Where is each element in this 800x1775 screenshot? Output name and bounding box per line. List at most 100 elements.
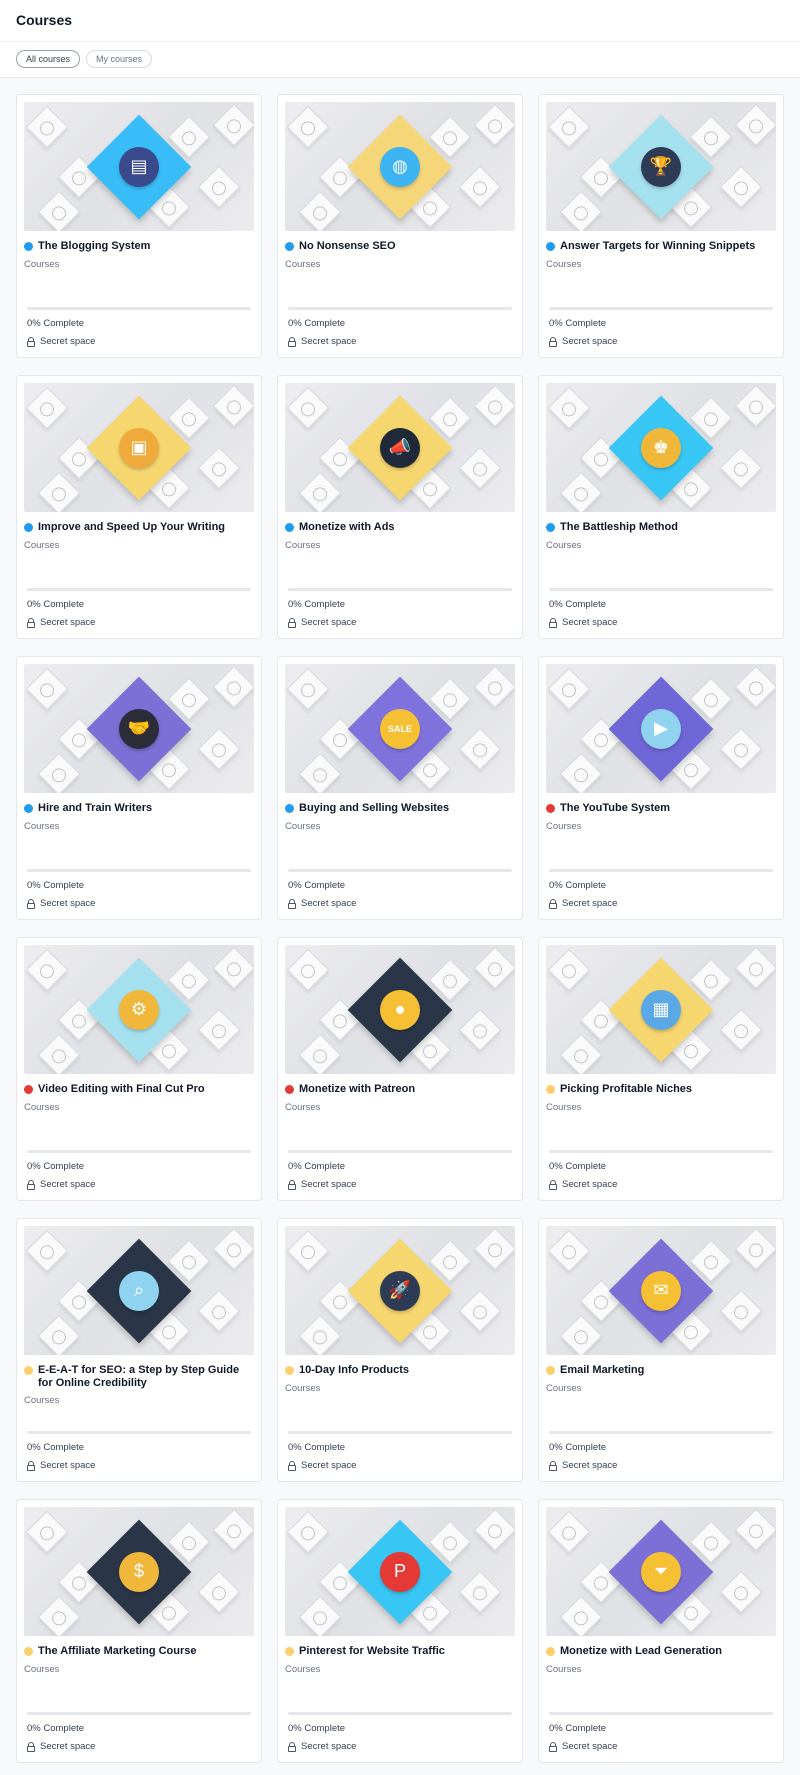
course-card-8[interactable]: SALE Buying and Selling Websites Courses… xyxy=(277,656,523,920)
lock-icon xyxy=(549,1460,557,1471)
course-card-11[interactable]: ● Monetize with Patreon Courses 0% Compl… xyxy=(277,937,523,1201)
privacy-label: Secret space xyxy=(40,617,96,628)
course-title[interactable]: Pinterest for Website Traffic xyxy=(299,1645,445,1658)
course-title[interactable]: Buying and Selling Websites xyxy=(299,802,449,815)
course-card-15[interactable]: ✉ Email Marketing Courses 0% Complete Se… xyxy=(538,1218,784,1482)
course-title[interactable]: Picking Profitable Niches xyxy=(560,1083,692,1096)
course-title[interactable]: No Nonsense SEO xyxy=(299,240,396,253)
course-title[interactable]: The Affiliate Marketing Course xyxy=(38,1645,197,1658)
course-title[interactable]: E-E-A-T for SEO: a Step by Step Guide fo… xyxy=(38,1364,254,1390)
lock-icon xyxy=(549,1179,557,1190)
privacy-label: Secret space xyxy=(301,336,357,347)
privacy-label: Secret space xyxy=(562,1179,618,1190)
course-title[interactable]: The YouTube System xyxy=(560,802,670,815)
privacy-row: Secret space xyxy=(288,1460,512,1471)
course-subtitle: Courses xyxy=(546,1102,582,1113)
course-thumbnail: ▤ xyxy=(24,102,254,231)
progress-bar xyxy=(549,1431,773,1434)
course-subtitle: Courses xyxy=(24,1664,60,1675)
progress-label: 0% Complete xyxy=(27,318,85,329)
course-card-10[interactable]: ⚙ Video Editing with Final Cut Pro Cours… xyxy=(16,937,262,1201)
privacy-row: Secret space xyxy=(549,617,773,628)
course-subtitle: Courses xyxy=(24,1102,60,1113)
trophy-icon: 🏆 xyxy=(641,146,681,187)
status-dot xyxy=(546,1085,555,1094)
progress-bar xyxy=(27,1150,251,1153)
privacy-row: Secret space xyxy=(288,1741,512,1752)
progress-bar xyxy=(549,588,773,591)
course-card-14[interactable]: 🚀 10-Day Info Products Courses 0% Comple… xyxy=(277,1218,523,1482)
tab-my-courses[interactable]: My courses xyxy=(86,50,153,68)
status-dot xyxy=(546,1647,555,1656)
course-thumbnail: ◍ xyxy=(285,102,515,231)
course-card-3[interactable]: 🏆 Answer Targets for Winning Snippets Co… xyxy=(538,94,784,358)
rocket-icon: 🚀 xyxy=(380,1270,420,1311)
course-card-1[interactable]: ▤ The Blogging System Courses 0% Complet… xyxy=(16,94,262,358)
lock-icon xyxy=(27,617,35,628)
status-dot xyxy=(285,1647,294,1656)
course-card-5[interactable]: 📣 Monetize with Ads Courses 0% Complete … xyxy=(277,375,523,639)
course-card-4[interactable]: ▣ Improve and Speed Up Your Writing Cour… xyxy=(16,375,262,639)
course-title[interactable]: The Blogging System xyxy=(38,240,150,253)
course-title[interactable]: Hire and Train Writers xyxy=(38,802,152,815)
course-card-12[interactable]: ▦ Picking Profitable Niches Courses 0% C… xyxy=(538,937,784,1201)
course-thumbnail: ▦ xyxy=(546,945,776,1074)
status-dot xyxy=(24,242,33,251)
privacy-row: Secret space xyxy=(549,898,773,909)
course-thumbnail: $ xyxy=(24,1507,254,1636)
course-title[interactable]: 10-Day Info Products xyxy=(299,1364,409,1377)
progress-bar xyxy=(27,588,251,591)
course-title[interactable]: Monetize with Ads xyxy=(299,521,395,534)
course-card-7[interactable]: 🤝 Hire and Train Writers Courses 0% Comp… xyxy=(16,656,262,920)
lock-icon xyxy=(288,1741,296,1752)
progress-bar xyxy=(549,1712,773,1715)
tab-all-courses[interactable]: All courses xyxy=(16,50,81,68)
course-subtitle: Courses xyxy=(24,1395,60,1406)
status-dot xyxy=(24,523,33,532)
course-title[interactable]: Video Editing with Final Cut Pro xyxy=(38,1083,205,1096)
privacy-row: Secret space xyxy=(549,336,773,347)
course-thumbnail: P xyxy=(285,1507,515,1636)
privacy-row: Secret space xyxy=(288,898,512,909)
privacy-label: Secret space xyxy=(40,1460,96,1471)
lock-icon xyxy=(27,1179,35,1190)
course-card-2[interactable]: ◍ No Nonsense SEO Courses 0% Complete Se… xyxy=(277,94,523,358)
status-dot xyxy=(24,1085,33,1094)
privacy-row: Secret space xyxy=(549,1460,773,1471)
lock-icon xyxy=(288,898,296,909)
status-dot xyxy=(546,804,555,813)
course-thumbnail: ⚙ xyxy=(24,945,254,1074)
privacy-label: Secret space xyxy=(40,1179,96,1190)
course-card-6[interactable]: ♚ The Battleship Method Courses 0% Compl… xyxy=(538,375,784,639)
course-subtitle: Courses xyxy=(285,540,321,551)
course-subtitle: Courses xyxy=(285,259,321,270)
course-card-16[interactable]: $ The Affiliate Marketing Course Courses… xyxy=(16,1499,262,1763)
course-thumbnail: ⌕ xyxy=(24,1226,254,1355)
course-subtitle: Courses xyxy=(24,540,60,551)
status-dot xyxy=(285,242,294,251)
course-title[interactable]: The Battleship Method xyxy=(560,521,678,534)
course-title[interactable]: Monetize with Lead Generation xyxy=(560,1645,722,1658)
course-title[interactable]: Improve and Speed Up Your Writing xyxy=(38,521,225,534)
lock-icon xyxy=(549,898,557,909)
course-card-13[interactable]: ⌕ E-E-A-T for SEO: a Step by Step Guide … xyxy=(16,1218,262,1482)
progress-bar xyxy=(288,588,512,591)
document-icon: ▤ xyxy=(119,146,159,187)
course-title[interactable]: Answer Targets for Winning Snippets xyxy=(560,240,755,253)
course-card-17[interactable]: P Pinterest for Website Traffic Courses … xyxy=(277,1499,523,1763)
status-dot xyxy=(546,523,555,532)
lock-icon xyxy=(288,1179,296,1190)
course-card-9[interactable]: ▶ The YouTube System Courses 0% Complete… xyxy=(538,656,784,920)
course-title[interactable]: Monetize with Patreon xyxy=(299,1083,415,1096)
status-dot xyxy=(285,523,294,532)
course-thumbnail: ● xyxy=(285,945,515,1074)
course-thumbnail: ▶ xyxy=(546,664,776,793)
course-subtitle: Courses xyxy=(546,540,582,551)
privacy-row: Secret space xyxy=(27,1460,251,1471)
status-dot xyxy=(546,242,555,251)
progress-bar xyxy=(288,1150,512,1153)
privacy-row: Secret space xyxy=(27,1741,251,1752)
course-title[interactable]: Email Marketing xyxy=(560,1364,644,1377)
progress-bar xyxy=(288,307,512,310)
course-card-18[interactable]: ⏷ Monetize with Lead Generation Courses … xyxy=(538,1499,784,1763)
